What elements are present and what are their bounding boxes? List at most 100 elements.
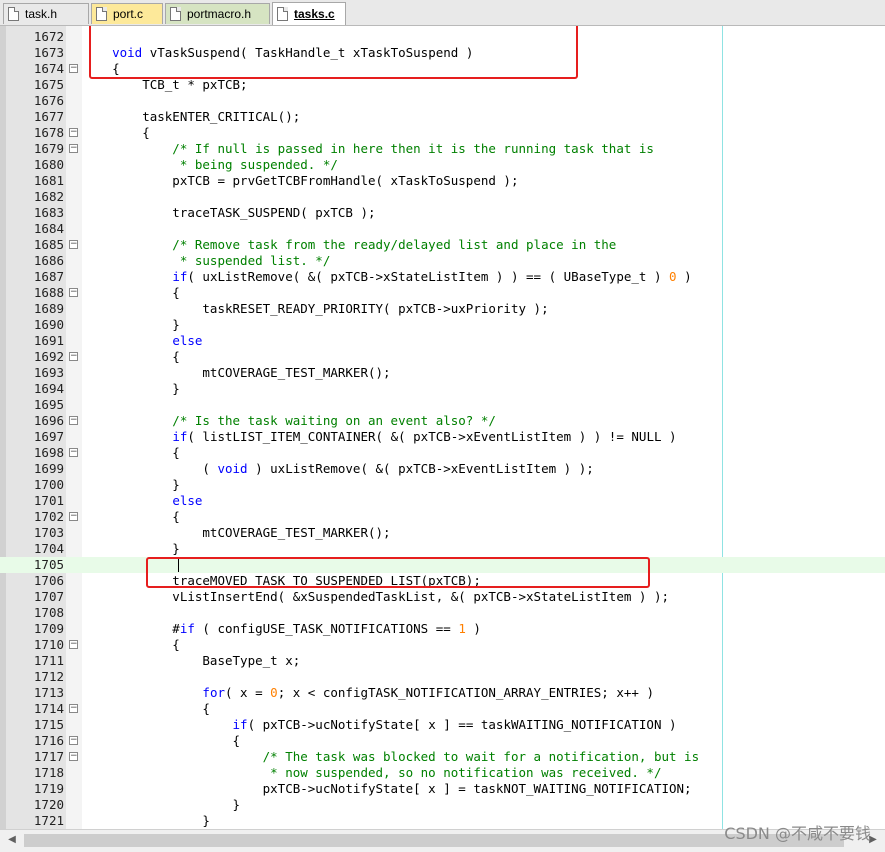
- tab-bar: task.h port.c portmacro.h tasks.c: [0, 0, 885, 26]
- code-line[interactable]: 1710− {: [0, 637, 885, 653]
- line-number: 1717: [33, 749, 64, 764]
- code-line[interactable]: 1713 for( x = 0; x < configTASK_NOTIFICA…: [0, 685, 885, 701]
- code-line[interactable]: 1689 taskRESET_READY_PRIORITY( pxTCB->ux…: [0, 301, 885, 317]
- code-text: {: [82, 701, 210, 716]
- tab-port-c[interactable]: port.c: [91, 3, 163, 24]
- code-line[interactable]: 1712: [0, 669, 885, 685]
- code-text: pxTCB->ucNotifyState[ x ] = taskNOT_WAIT…: [82, 781, 692, 796]
- code-line[interactable]: 1703 mtCOVERAGE_TEST_MARKER();: [0, 525, 885, 541]
- code-line[interactable]: 1692− {: [0, 349, 885, 365]
- line-number: 1718: [33, 765, 64, 780]
- code-line[interactable]: 1675 TCB_t * pxTCB;: [0, 77, 885, 93]
- fold-toggle-icon[interactable]: −: [69, 240, 78, 249]
- code-line[interactable]: 1679− /* If null is passed in here then …: [0, 141, 885, 157]
- code-text: }: [82, 541, 180, 556]
- code-line[interactable]: 1682: [0, 189, 885, 205]
- code-text: for( x = 0; x < configTASK_NOTIFICATION_…: [202, 685, 654, 700]
- code-line[interactable]: 1719 pxTCB->ucNotifyState[ x ] = taskNOT…: [0, 781, 885, 797]
- code-line[interactable]: 1702− {: [0, 509, 885, 525]
- fold-toggle-icon[interactable]: −: [69, 288, 78, 297]
- fold-toggle-icon[interactable]: −: [69, 640, 78, 649]
- code-line[interactable]: 1700 }: [0, 477, 885, 493]
- code-line[interactable]: 1715 if( pxTCB->ucNotifyState[ x ] == ta…: [0, 717, 885, 733]
- code-line[interactable]: 1704 }: [0, 541, 885, 557]
- code-line[interactable]: 1707 vListInsertEnd( &xSuspendedTaskList…: [0, 589, 885, 605]
- watermark: CSDN @不咸不要钱: [724, 824, 871, 843]
- code-line[interactable]: 1678− {: [0, 125, 885, 141]
- fold-toggle-icon[interactable]: −: [69, 512, 78, 521]
- line-number: 1681: [33, 173, 64, 188]
- tab-tasks-c[interactable]: tasks.c: [272, 2, 346, 25]
- code-line[interactable]: 1694 }: [0, 381, 885, 397]
- code-line[interactable]: 1696− /* Is the task waiting on an event…: [0, 413, 885, 429]
- tab-portmacro-h[interactable]: portmacro.h: [165, 3, 270, 24]
- code-line[interactable]: 1690 }: [0, 317, 885, 333]
- code-text: else: [172, 333, 203, 348]
- code-editor[interactable]: 1672 1673 void vTaskSuspend( TaskHandle_t…: [0, 26, 885, 829]
- code-line[interactable]: 1695: [0, 397, 885, 413]
- line-number: 1708: [33, 605, 64, 620]
- code-line[interactable]: 1684: [0, 221, 885, 237]
- fold-toggle-icon[interactable]: −: [69, 64, 78, 73]
- fold-toggle-icon[interactable]: −: [69, 352, 78, 361]
- fold-toggle-icon[interactable]: −: [69, 416, 78, 425]
- fold-toggle-icon[interactable]: −: [69, 736, 78, 745]
- line-number: 1689: [33, 301, 64, 316]
- code-line[interactable]: 1680 * being suspended. */: [0, 157, 885, 173]
- code-line[interactable]: 1709 #if ( configUSE_TASK_NOTIFICATIONS …: [0, 621, 885, 637]
- code-line[interactable]: 1699 ( void ) uxListRemove( &( pxTCB->xE…: [0, 461, 885, 477]
- code-line[interactable]: 1691 else: [0, 333, 885, 349]
- fold-toggle-icon[interactable]: −: [69, 128, 78, 137]
- code-text: }: [82, 797, 241, 812]
- scrollbar-thumb[interactable]: [24, 834, 844, 847]
- line-number: 1691: [33, 333, 64, 348]
- scroll-left-icon[interactable]: ◀: [4, 832, 20, 848]
- line-number: 1712: [33, 669, 64, 684]
- annotation-box-trace-macro: [146, 557, 650, 588]
- tab-label: task.h: [25, 7, 58, 21]
- line-number: 1694: [33, 381, 64, 396]
- code-text: vListInsertEnd( &xSuspendedTaskList, &( …: [82, 589, 669, 604]
- code-line[interactable]: 1693 mtCOVERAGE_TEST_MARKER();: [0, 365, 885, 381]
- code-line[interactable]: 1708: [0, 605, 885, 621]
- code-line[interactable]: 1677 taskENTER_CRITICAL();: [0, 109, 885, 125]
- code-line[interactable]: 1716− {: [0, 733, 885, 749]
- line-number: 1720: [33, 797, 64, 812]
- tab-task-h[interactable]: task.h: [3, 3, 89, 24]
- code-line[interactable]: 1718 * now suspended, so no notification…: [0, 765, 885, 781]
- code-text: if( listLIST_ITEM_CONTAINER( &( pxTCB->x…: [172, 429, 677, 444]
- code-line[interactable]: 1686 * suspended list. */: [0, 253, 885, 269]
- code-text: {: [82, 285, 180, 300]
- code-line[interactable]: 1683 traceTASK_SUSPEND( pxTCB );: [0, 205, 885, 221]
- line-number: 1706: [33, 573, 64, 588]
- line-number: 1702: [33, 509, 64, 524]
- code-line[interactable]: 1685− /* Remove task from the ready/dela…: [0, 237, 885, 253]
- code-line[interactable]: 1698− {: [0, 445, 885, 461]
- code-line[interactable]: 1701 else: [0, 493, 885, 509]
- code-text: taskRESET_READY_PRIORITY( pxTCB->uxPrior…: [82, 301, 549, 316]
- line-number: 1680: [33, 157, 64, 172]
- line-number: 1710: [33, 637, 64, 652]
- code-text: /* Is the task waiting on an event also?…: [82, 413, 496, 428]
- line-number: 1705: [33, 557, 64, 572]
- code-line[interactable]: 1717− /* The task was blocked to wait fo…: [0, 749, 885, 765]
- code-line[interactable]: 1697 if( listLIST_ITEM_CONTAINER( &( pxT…: [0, 429, 885, 445]
- code-line[interactable]: 1688− {: [0, 285, 885, 301]
- line-number: 1685: [33, 237, 64, 252]
- fold-toggle-icon[interactable]: −: [69, 448, 78, 457]
- code-line[interactable]: 1676: [0, 93, 885, 109]
- file-icon: [8, 7, 19, 21]
- line-number: 1696: [33, 413, 64, 428]
- fold-toggle-icon[interactable]: −: [69, 144, 78, 153]
- line-number: 1687: [33, 269, 64, 284]
- fold-toggle-icon[interactable]: −: [69, 704, 78, 713]
- annotation-box-function-signature: [89, 26, 578, 79]
- code-line[interactable]: 1720 }: [0, 797, 885, 813]
- line-number: 1677: [33, 109, 64, 124]
- code-line[interactable]: 1687 if( uxListRemove( &( pxTCB->xStateL…: [0, 269, 885, 285]
- code-line[interactable]: 1714− {: [0, 701, 885, 717]
- code-line[interactable]: 1711 BaseType_t x;: [0, 653, 885, 669]
- code-text: }: [82, 317, 180, 332]
- code-line[interactable]: 1681 pxTCB = prvGetTCBFromHandle( xTaskT…: [0, 173, 885, 189]
- fold-toggle-icon[interactable]: −: [69, 752, 78, 761]
